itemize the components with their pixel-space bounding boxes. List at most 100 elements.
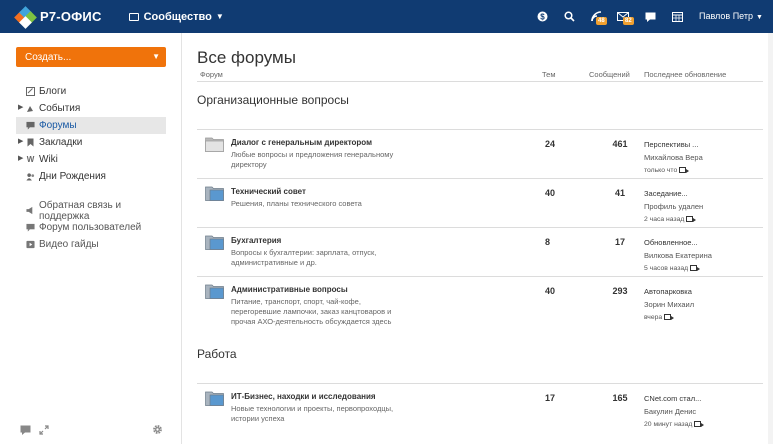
topics-count: 17 (545, 393, 556, 403)
sidebar-item-label: Wiki (39, 154, 58, 165)
user-name: Павлов Петр (699, 11, 753, 21)
forum-row: Административные вопросы Питание, транспо… (197, 276, 763, 326)
posts-count: 17 (614, 237, 625, 247)
last-author-link[interactable]: Зорин Михаил (644, 298, 694, 311)
go-to-post-icon[interactable] (686, 216, 697, 223)
column-header-last-update: Последнее обновление (644, 70, 727, 79)
last-topic-link[interactable]: Автопарковка (644, 285, 694, 298)
forums-icon (26, 121, 35, 130)
sidebar-item-birthdays[interactable]: Дни Рождения (16, 168, 166, 185)
last-time: вчера (644, 311, 694, 324)
top-navbar: Р7-ОФИС Сообщество ▼ $ 48 82 Павлов Петр… (0, 0, 773, 33)
sidebar-item-feedback[interactable]: Обратная связь и поддержка (16, 200, 166, 222)
last-time: 2 часа назад (644, 213, 703, 226)
category-title: Организационные вопросы (197, 93, 349, 107)
sidebar-nav: Блоги ▶ События Форумы ▶ Закладки ▶ W Wi… (16, 83, 166, 185)
last-update: Обновленное... Вилкова Екатерина 5 часов н… (644, 236, 712, 275)
posts-count: 461 (612, 139, 628, 149)
go-to-post-icon[interactable] (694, 421, 705, 428)
create-button[interactable]: Создать... ▼ (16, 47, 166, 67)
search-icon[interactable] (563, 11, 575, 23)
header-divider (197, 81, 763, 82)
birthdays-icon (26, 172, 35, 181)
mail-icon[interactable]: 82 (617, 11, 634, 25)
gear-icon[interactable] (152, 422, 163, 440)
logo-icon (14, 5, 37, 29)
go-to-post-icon[interactable] (690, 265, 701, 272)
forum-title-link[interactable]: Бухгалтерия (231, 236, 281, 245)
forum-row: ИТ-Бизнес, находки и исследования Новые т… (197, 383, 763, 432)
expand-arrow-icon[interactable]: ▶ (18, 154, 23, 162)
sidebar-extra-nav: Обратная связь и поддержка Форум пользов… (16, 200, 166, 253)
category-title: Работа (197, 347, 237, 361)
sidebar-item-label: Форум пользователей (39, 222, 142, 233)
calendar-icon[interactable] (671, 11, 683, 23)
module-switcher[interactable]: Сообщество ▼ (128, 11, 224, 23)
topics-count: 8 (545, 237, 551, 247)
sidebar-item-label: Закладки (39, 137, 83, 148)
scrollbar[interactable] (768, 33, 773, 444)
sidebar-item-label: Видео гайды (39, 239, 99, 250)
last-author-link[interactable]: Профиль удален (644, 200, 703, 213)
posts-count: 41 (614, 188, 625, 198)
sidebar: Создать... ▼ Блоги ▶ События Форумы ▶ За… (0, 33, 182, 444)
sidebar-item-video[interactable]: Видео гайды (16, 236, 166, 253)
last-topic-link[interactable]: CNet.com стал... (644, 392, 701, 405)
expand-arrow-icon[interactable]: ▶ (18, 103, 23, 111)
folder-icon (205, 283, 224, 299)
forum-title-link[interactable]: Диалог с генеральным директором (231, 138, 372, 147)
forum-description: Новые технологии и проекты, первопроходц… (231, 404, 394, 423)
chat-icon (128, 12, 139, 21)
forum-row: Бухгалтерия Вопросы к бухгалтерии: зарпла… (197, 227, 763, 276)
forum-description: Питание, транспорт, спорт, чай-кофе, пер… (231, 297, 392, 326)
last-time: 5 часов назад (644, 262, 712, 275)
sidebar-item-user-forum[interactable]: Форум пользователей (16, 219, 166, 236)
expand-icon[interactable] (39, 422, 49, 440)
forum-title-link[interactable]: Административные вопросы (231, 285, 348, 294)
forum-description: Любые вопросы и предложения генеральному… (231, 150, 394, 169)
sidebar-item-forums[interactable]: Форумы (16, 117, 166, 134)
forum-title-link[interactable]: ИТ-Бизнес, находки и исследования (231, 392, 376, 401)
feed-badge: 48 (596, 16, 607, 25)
last-author-link[interactable]: Бакулин Денис (644, 405, 701, 418)
bookmarks-icon (26, 138, 35, 147)
go-to-post-icon[interactable] (679, 167, 690, 174)
mail-badge: 82 (623, 16, 634, 25)
events-icon (26, 104, 35, 113)
last-update: Перспективы ... Михайлова Вера только что (644, 138, 703, 177)
create-button-label: Создать... (25, 51, 72, 63)
feed-icon[interactable]: 48 (590, 11, 607, 25)
posts-count: 165 (612, 393, 628, 403)
sidebar-item-wiki[interactable]: ▶ W Wiki (16, 151, 166, 168)
wiki-icon: W (26, 155, 35, 164)
last-author-link[interactable]: Вилкова Екатерина (644, 249, 712, 262)
user-menu[interactable]: Павлов Петр ▼ (699, 11, 763, 21)
chat-icon[interactable] (20, 422, 31, 440)
topics-count: 40 (545, 286, 556, 296)
column-header-topics: Тем (542, 70, 556, 79)
expand-arrow-icon[interactable]: ▶ (18, 137, 23, 145)
sidebar-item-blogs[interactable]: Блоги (16, 83, 166, 100)
last-topic-link[interactable]: Перспективы ... (644, 138, 703, 151)
chevron-down-icon: ▼ (756, 14, 763, 21)
forum-title-link[interactable]: Технический совет (231, 187, 306, 196)
folder-icon (205, 136, 224, 152)
last-topic-link[interactable]: Обновленное... (644, 236, 712, 249)
topics-count: 40 (545, 188, 556, 198)
sidebar-item-events[interactable]: ▶ События (16, 100, 166, 117)
last-topic-link[interactable]: Заседание... (644, 187, 703, 200)
go-to-post-icon[interactable] (664, 314, 675, 321)
column-header-posts: Сообщений (589, 70, 630, 79)
forum-description: Решения, планы технического совета (231, 199, 362, 208)
chat-icon[interactable] (644, 11, 656, 23)
dollar-icon[interactable]: $ (536, 11, 548, 23)
last-author-link[interactable]: Михайлова Вера (644, 151, 703, 164)
last-update: CNet.com стал... Бакулин Денис 20 минут на… (644, 392, 705, 431)
sidebar-item-bookmarks[interactable]: ▶ Закладки (16, 134, 166, 151)
last-time: только что (644, 164, 703, 177)
sidebar-item-label: Дни Рождения (39, 171, 106, 182)
sidebar-item-label: Форумы (39, 120, 77, 131)
forum-row: Технический совет Решения, планы техничес… (197, 178, 763, 227)
logo[interactable]: Р7-ОФИС (14, 5, 102, 29)
logo-text: Р7-ОФИС (40, 9, 102, 24)
